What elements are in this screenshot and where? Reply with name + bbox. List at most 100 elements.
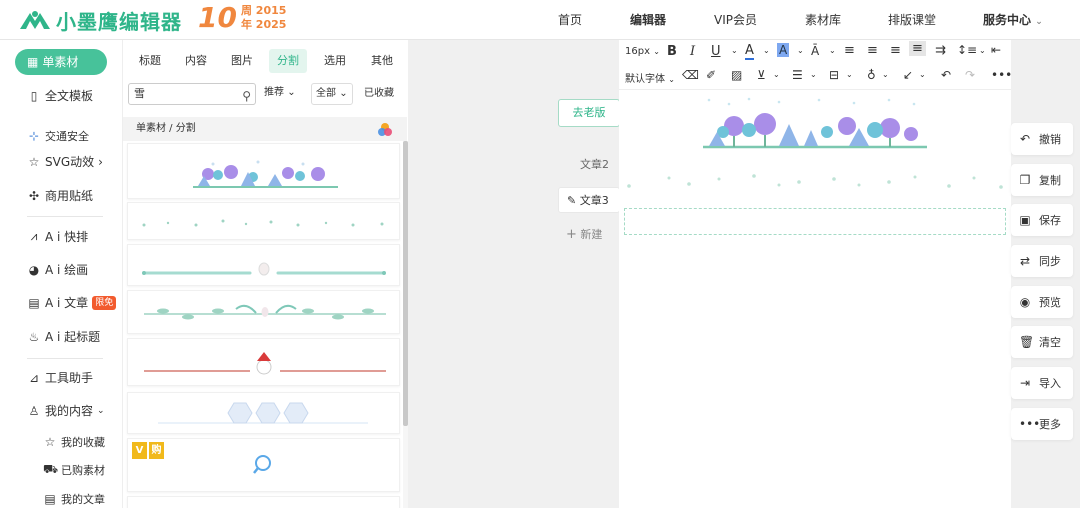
tab-title[interactable]: 标题 xyxy=(131,49,169,73)
divider-card-forest[interactable] xyxy=(127,143,400,199)
sidebar-item-ai-layout[interactable]: ⩘ A i 快排 xyxy=(27,228,89,245)
chevron-down-icon[interactable]: ⌄ xyxy=(773,70,780,79)
sync-button[interactable]: ⇄ 同步 xyxy=(1011,245,1073,277)
new-article-button[interactable]: + 新建 xyxy=(558,222,620,248)
underline-icon[interactable]: U xyxy=(711,44,721,59)
sidebar-item-ai-draw[interactable]: ◕ A i 绘画 xyxy=(27,261,88,278)
align-justify-icon[interactable]: ≡ xyxy=(909,41,926,56)
article-item-3[interactable]: ✎ 文章3 xyxy=(558,187,620,213)
nav-editor[interactable]: 编辑器 xyxy=(630,0,666,40)
sidebar-item-svg[interactable]: ☆ SVG动效 › xyxy=(27,153,103,170)
margin-icon[interactable]: ⊟ xyxy=(829,68,839,82)
sidebar-item-ai-article[interactable]: ▤ A i 文章 限免 xyxy=(27,294,117,311)
sidebar-item-ai-title[interactable]: ♨ A i 起标题 xyxy=(27,328,101,345)
highlight-icon[interactable]: A xyxy=(777,43,790,57)
recommend-dropdown[interactable]: 推荐 ⌄ xyxy=(260,83,300,105)
hexagon-divider-image xyxy=(158,402,368,424)
font-color-icon[interactable]: A xyxy=(745,44,754,60)
align-left-icon[interactable]: ≡ xyxy=(844,43,855,58)
font-family-select[interactable]: 默认字体 ⌄ xyxy=(625,70,675,85)
save-button[interactable]: ▣ 保存 xyxy=(1011,204,1073,236)
chevron-down-icon[interactable]: ⌄ xyxy=(763,46,770,55)
bold-icon[interactable]: B xyxy=(667,44,677,59)
tab-selected[interactable]: 选用 xyxy=(316,49,354,73)
arrow-icon[interactable]: ↙ xyxy=(903,68,913,82)
sidebar-item-my-content[interactable]: ♙ 我的内容 ⌄ xyxy=(27,402,105,419)
nav-materials[interactable]: 素材库 xyxy=(805,0,841,40)
chevron-down-icon[interactable]: ⌄ xyxy=(810,70,817,79)
sidebar-single-material[interactable]: ▦ 单素材 xyxy=(15,49,107,75)
color-filter-icon[interactable] xyxy=(377,122,393,138)
divider-card-partial[interactable] xyxy=(127,496,400,508)
free-badge: 限免 xyxy=(92,295,117,310)
search-icon[interactable]: ⚲ xyxy=(242,86,251,106)
all-dropdown[interactable]: 全部 ⌄ xyxy=(311,83,353,105)
divider-card-dots[interactable] xyxy=(127,202,400,240)
tab-content[interactable]: 内容 xyxy=(177,49,215,73)
line-height-icon[interactable]: ↕≡ xyxy=(957,43,977,57)
chevron-down-icon[interactable]: ⌄ xyxy=(797,46,804,55)
sidebar-item-stickers[interactable]: ✣ 商用贴纸 xyxy=(27,187,93,204)
tab-image[interactable]: 图片 xyxy=(223,49,261,73)
panel-scroll-thumb[interactable] xyxy=(403,141,408,426)
indent-icon[interactable]: ⇉ xyxy=(935,43,946,58)
bulb-icon[interactable]: ♁ xyxy=(867,68,876,82)
format-brush-icon[interactable]: ✐ xyxy=(706,68,716,82)
undo-button[interactable]: ↶ 撤销 xyxy=(1011,123,1073,155)
chevron-down-icon: ⌄ xyxy=(1035,17,1043,27)
clear-button[interactable]: 🗑 清空 xyxy=(1011,326,1073,358)
image-icon[interactable]: ▨ xyxy=(731,68,742,82)
sidebar-sub-purchased[interactable]: ⛟ 已购素材 xyxy=(43,462,105,478)
align-center-icon[interactable]: ≡ xyxy=(867,43,878,58)
editor-canvas[interactable] xyxy=(619,90,1011,508)
divider-card-snowman[interactable] xyxy=(127,338,400,386)
chevron-down-icon[interactable]: ⌄ xyxy=(731,46,738,55)
text-effect-icon[interactable]: Ā xyxy=(811,44,819,58)
divider-card-hexagons[interactable] xyxy=(127,392,400,434)
chevron-down-icon[interactable]: ⌄ xyxy=(846,70,853,79)
nav-service[interactable]: 服务中心 ⌄ xyxy=(983,0,1043,40)
sidebar-item-traffic[interactable]: ⊹ 交通安全 xyxy=(27,128,89,144)
search-input[interactable]: 雪 ⚲ xyxy=(128,83,256,105)
article-item-2[interactable]: 文章2 xyxy=(558,152,620,178)
chevron-down-icon[interactable]: ⌄ xyxy=(919,70,926,79)
more-icon[interactable]: ••• xyxy=(991,68,1012,82)
chevron-down-icon[interactable]: ⌄ xyxy=(979,46,986,55)
align-right-icon[interactable]: ≡ xyxy=(890,43,901,58)
tab-divider[interactable]: 分割 xyxy=(269,49,307,73)
font-size-select[interactable]: 16px ⌄ xyxy=(625,46,660,57)
letter-spacing-icon[interactable]: ⊻ xyxy=(757,68,766,82)
import-button[interactable]: ⇥ 导入 xyxy=(1011,367,1073,399)
divider-card-magnifier[interactable]: V 购 xyxy=(127,438,400,492)
preview-button[interactable]: ◉ 预览 xyxy=(1011,286,1073,318)
nav-home[interactable]: 首页 xyxy=(558,0,582,40)
action-label: 撤销 xyxy=(1039,133,1061,146)
nav-vip[interactable]: VIP会员 xyxy=(714,0,757,40)
paragraph-spacing-icon[interactable]: ☰ xyxy=(792,68,803,82)
sidebar-sub-favorites[interactable]: ☆ 我的收藏 xyxy=(43,434,105,450)
italic-icon[interactable]: I xyxy=(690,44,695,59)
sidebar-sub-label: 已购素材 xyxy=(61,464,105,477)
old-version-button[interactable]: 去老版 xyxy=(558,99,620,127)
eraser-icon[interactable]: ⌫ xyxy=(682,68,699,82)
import-icon: ⇥ xyxy=(1019,376,1031,390)
divider-card-leaves[interactable] xyxy=(127,290,400,334)
nav-course[interactable]: 排版课堂 xyxy=(888,0,936,40)
logo[interactable]: 小墨鹰编辑器 xyxy=(18,6,182,34)
chevron-down-icon[interactable]: ⌄ xyxy=(829,46,836,55)
panel-scrollbar[interactable] xyxy=(403,141,408,508)
collected-filter[interactable]: 已收藏 xyxy=(364,83,394,105)
sidebar-sub-articles[interactable]: ▤ 我的文章 xyxy=(43,491,105,507)
tab-other[interactable]: 其他 xyxy=(363,49,401,73)
editor-insert-placeholder[interactable] xyxy=(624,208,1006,235)
exit-icon[interactable]: ⇤ xyxy=(991,43,1001,57)
snowman-line-divider-image xyxy=(144,352,386,375)
sidebar-item-templates[interactable]: ▯ 全文模板 xyxy=(27,87,93,104)
divider-card-rabbit[interactable] xyxy=(127,244,400,286)
more-button[interactable]: ••• 更多 xyxy=(1011,408,1073,440)
redo-icon[interactable]: ↷ xyxy=(965,68,975,82)
copy-button[interactable]: ❐ 复制 xyxy=(1011,164,1073,196)
chevron-down-icon[interactable]: ⌄ xyxy=(882,70,889,79)
undo-icon[interactable]: ↶ xyxy=(941,68,951,82)
sidebar-item-tools[interactable]: ⊿ 工具助手 xyxy=(27,369,93,386)
